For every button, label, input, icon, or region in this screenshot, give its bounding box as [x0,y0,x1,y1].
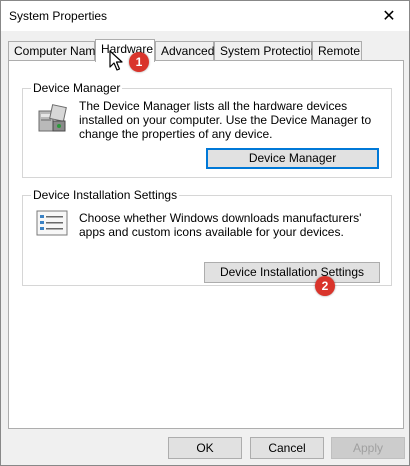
mouse-pointer-icon [109,50,123,75]
system-properties-dialog: System Properties ✕ Computer Name Hardwa… [0,0,410,466]
window-title: System Properties [9,9,108,23]
device-manager-description: The Device Manager lists all the hardwar… [79,99,372,141]
tab-computer-name[interactable]: Computer Name [8,41,102,61]
device-manager-icon [36,103,68,135]
device-manager-group: Device Manager The Device Manager lists … [22,81,392,178]
ok-button[interactable]: OK [168,437,242,459]
device-installation-group: Device Installation Settings Choose whet… [22,188,392,286]
step-2-badge: 2 [315,276,335,296]
tab-remote[interactable]: Remote [312,41,362,61]
device-manager-group-label: Device Manager [31,81,123,95]
cancel-button[interactable]: Cancel [250,437,324,459]
step-1-badge: 1 [129,52,149,72]
device-installation-description: Choose whether Windows downloads manufac… [79,211,362,239]
tab-advanced[interactable]: Advanced [155,41,214,61]
device-installation-group-label: Device Installation Settings [31,188,180,202]
close-button[interactable]: ✕ [369,1,409,31]
title-bar: System Properties ✕ [1,1,409,31]
close-icon: ✕ [382,8,396,25]
tab-strip: Computer Name Hardware Advanced System P… [8,39,404,62]
device-installation-settings-button[interactable]: Device Installation Settings [204,262,380,283]
tab-system-protection[interactable]: System Protection [214,41,317,61]
hardware-tab-panel: Device Manager The Device Manager lists … [8,60,404,429]
apply-button[interactable]: Apply [331,437,405,459]
checklist-icon [36,210,68,236]
device-manager-button[interactable]: Device Manager [206,148,379,169]
